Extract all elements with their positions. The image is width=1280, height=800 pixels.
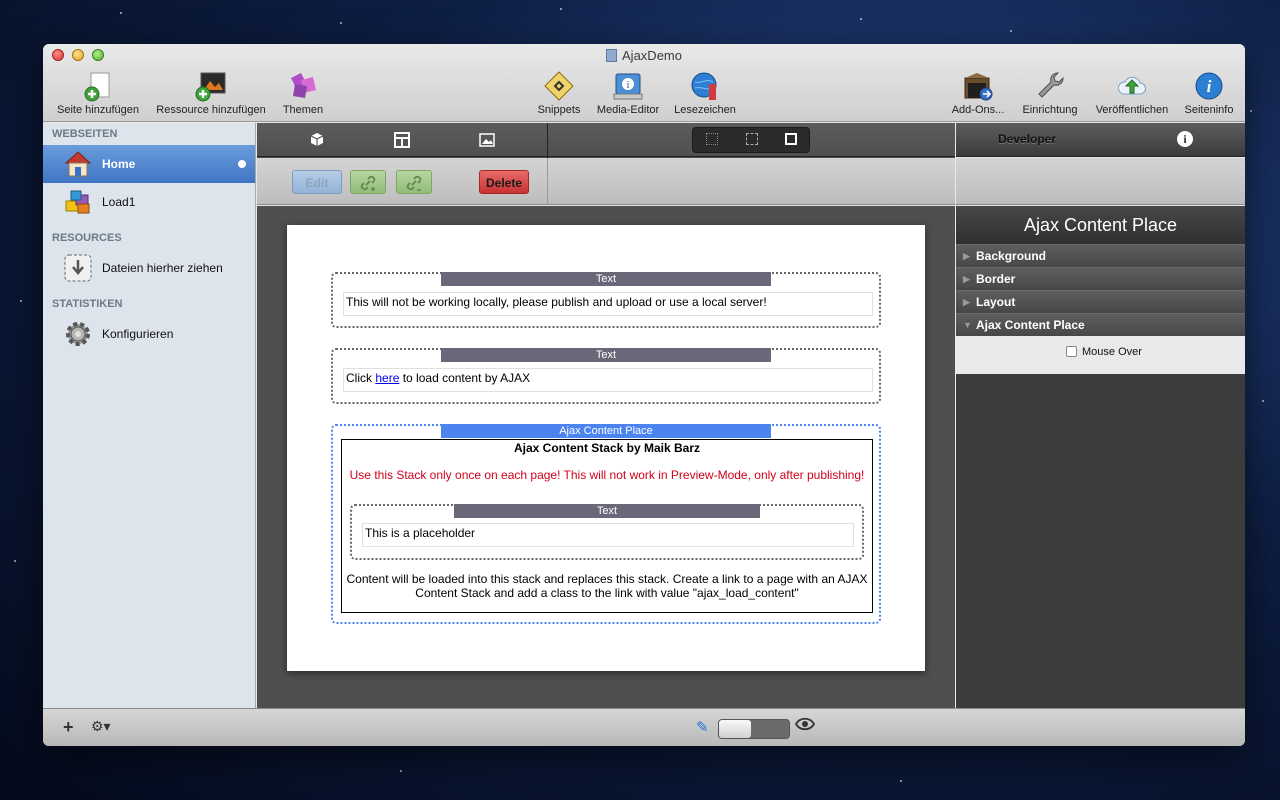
text-stack-2[interactable]: Text Click here to load content by AJAX (331, 348, 881, 404)
add-icon[interactable]: + (63, 717, 74, 738)
toolbar-bookmarks[interactable]: Lesezeichen (671, 70, 739, 116)
sidebar-item-configure[interactable]: Konfigurieren (43, 315, 255, 353)
toolbar-page-info[interactable]: i Seiteninfo (1179, 70, 1239, 116)
inspector-tab-title[interactable]: Developer (998, 132, 1056, 146)
editor-canvas: Text This will not be working locally, p… (257, 206, 955, 708)
checkbox-icon[interactable] (1066, 346, 1077, 357)
placeholder-text[interactable]: This is a placeholder (362, 523, 854, 547)
disclosure-triangle-icon: ▶ (963, 274, 970, 284)
inspector-spacer (956, 158, 1245, 205)
bottom-bar: + ⚙▾ ✎ (43, 708, 1245, 746)
stack-label: Text (454, 504, 760, 518)
stack-label: Text (441, 272, 771, 286)
eye-icon[interactable] (794, 717, 816, 735)
toggle-knob[interactable] (719, 720, 751, 738)
info-icon[interactable]: i (1177, 131, 1193, 147)
inspector-section-ajax-content-place[interactable]: ▼ Ajax Content Place (956, 313, 1245, 336)
stack-label: Text (441, 348, 771, 362)
load-ajax-link[interactable]: here (375, 371, 399, 385)
inspector-panel: Ajax Content Place ▶ Background ▶ Border ▶… (956, 206, 1245, 708)
disclosure-triangle-icon: ▶ (963, 297, 970, 307)
resources-drop-zone[interactable]: Dateien hierher ziehen (43, 249, 255, 287)
acp-title: Ajax Content Stack by Maik Barz (513, 441, 701, 455)
placeholder-text-stack[interactable]: Text This is a placeholder (350, 504, 864, 560)
disclosure-triangle-open-icon: ▼ (963, 320, 972, 330)
page-preview: Text This will not be working locally, p… (287, 225, 925, 671)
snippets-icon (543, 70, 575, 102)
toolbar: AjaxDemo Seite hinzufügen Ressource hinz… (43, 44, 1245, 122)
bookmarks-icon (689, 70, 721, 102)
unlink-icon (404, 175, 424, 196)
ajax-content-place-stack[interactable]: Ajax Content Place Ajax Content Stack by… (331, 424, 881, 624)
sidebar: WEBSEITEN Home Load1 RESOURCES Dateien h… (43, 123, 256, 708)
mouse-over-checkbox[interactable]: Mouse Over (1066, 346, 1142, 358)
themes-icon (287, 70, 319, 102)
svg-text:i: i (1207, 77, 1212, 96)
gear-icon (63, 319, 93, 349)
section-header-statistiken: STATISTIKEN (52, 298, 123, 310)
pencil-icon[interactable]: ✎ (696, 718, 709, 736)
home-icon (63, 149, 93, 179)
cube-icon[interactable] (308, 131, 326, 149)
toolbar-add-resource[interactable]: Ressource hinzufügen (151, 70, 271, 116)
editor-toolbar: Edit Delete (257, 123, 955, 205)
ajax-content-box: Ajax Content Stack by Maik Barz Use this… (341, 439, 873, 613)
toolbar-addons[interactable]: Add-Ons... (946, 70, 1010, 116)
section-header-resources: RESOURCES (52, 232, 122, 244)
media-editor-icon: i (612, 70, 644, 102)
unlink-button[interactable] (396, 170, 432, 194)
text-stack-2-content[interactable]: Click here to load content by AJAX (343, 368, 873, 392)
link-button[interactable] (350, 170, 386, 194)
sidebar-item-load1[interactable]: Load1 (43, 183, 255, 221)
stack-label: Ajax Content Place (441, 424, 771, 438)
stacks-page-icon (63, 187, 93, 217)
link-icon (358, 175, 378, 196)
gear-menu-icon[interactable]: ⚙▾ (91, 718, 111, 735)
edit-preview-toggle[interactable] (718, 719, 790, 739)
acp-warning: Use this Stack only once on each page! T… (349, 468, 865, 482)
view-mode-dashed-icon[interactable] (746, 133, 758, 145)
toolbar-add-page[interactable]: Seite hinzufügen (52, 70, 144, 116)
stack-view-tabs (257, 123, 955, 157)
inspector-section-border[interactable]: ▶ Border (956, 267, 1245, 290)
toolbar-snippets[interactable]: Snippets (533, 70, 585, 116)
view-mode-outline-icon[interactable] (706, 133, 718, 145)
acp-footer: Content will be loaded into this stack a… (346, 572, 868, 600)
inspector-section-background[interactable]: ▶ Background (956, 244, 1245, 267)
edit-button[interactable]: Edit (292, 170, 342, 194)
text-stack-1-content[interactable]: This will not be working locally, please… (343, 292, 873, 316)
stack-action-bar: Edit Delete (257, 158, 955, 205)
wrench-icon (1034, 70, 1066, 102)
ajax-content-place-options: Mouse Over (956, 336, 1245, 374)
layout-icon[interactable] (393, 131, 411, 149)
text-stack-1[interactable]: Text This will not be working locally, p… (331, 272, 881, 328)
view-mode-segmented-control[interactable] (692, 127, 810, 153)
toolbar-media-editor[interactable]: i Media-Editor (591, 70, 665, 116)
section-header-webseiten: WEBSEITEN (52, 128, 118, 140)
modified-indicator (238, 160, 246, 168)
add-page-icon (82, 70, 114, 102)
info-icon: i (1193, 70, 1225, 102)
document-icon (606, 49, 618, 62)
inspector-header: Developer i (956, 123, 1245, 157)
disclosure-triangle-icon: ▶ (963, 251, 970, 261)
view-mode-solid-icon[interactable] (785, 133, 797, 145)
addons-icon (962, 70, 994, 102)
app-window: AjaxDemo Seite hinzufügen Ressource hinz… (43, 44, 1245, 746)
inspector-title: Ajax Content Place (956, 206, 1245, 244)
add-resource-icon (195, 70, 227, 102)
window-title: AjaxDemo (43, 48, 1245, 63)
publish-cloud-icon (1116, 70, 1148, 102)
action-bar-divider (547, 158, 548, 205)
toolbar-themes[interactable]: Themen (277, 70, 329, 116)
image-icon[interactable] (478, 131, 496, 149)
toolbar-setup[interactable]: Einrichtung (1018, 70, 1082, 116)
delete-button[interactable]: Delete (479, 170, 529, 194)
svg-text:i: i (627, 80, 630, 91)
sidebar-item-home[interactable]: Home (43, 145, 255, 183)
inspector-section-layout[interactable]: ▶ Layout (956, 290, 1245, 313)
download-arrow-icon (63, 253, 93, 283)
toolbar-publish[interactable]: Veröffentlichen (1089, 70, 1175, 116)
